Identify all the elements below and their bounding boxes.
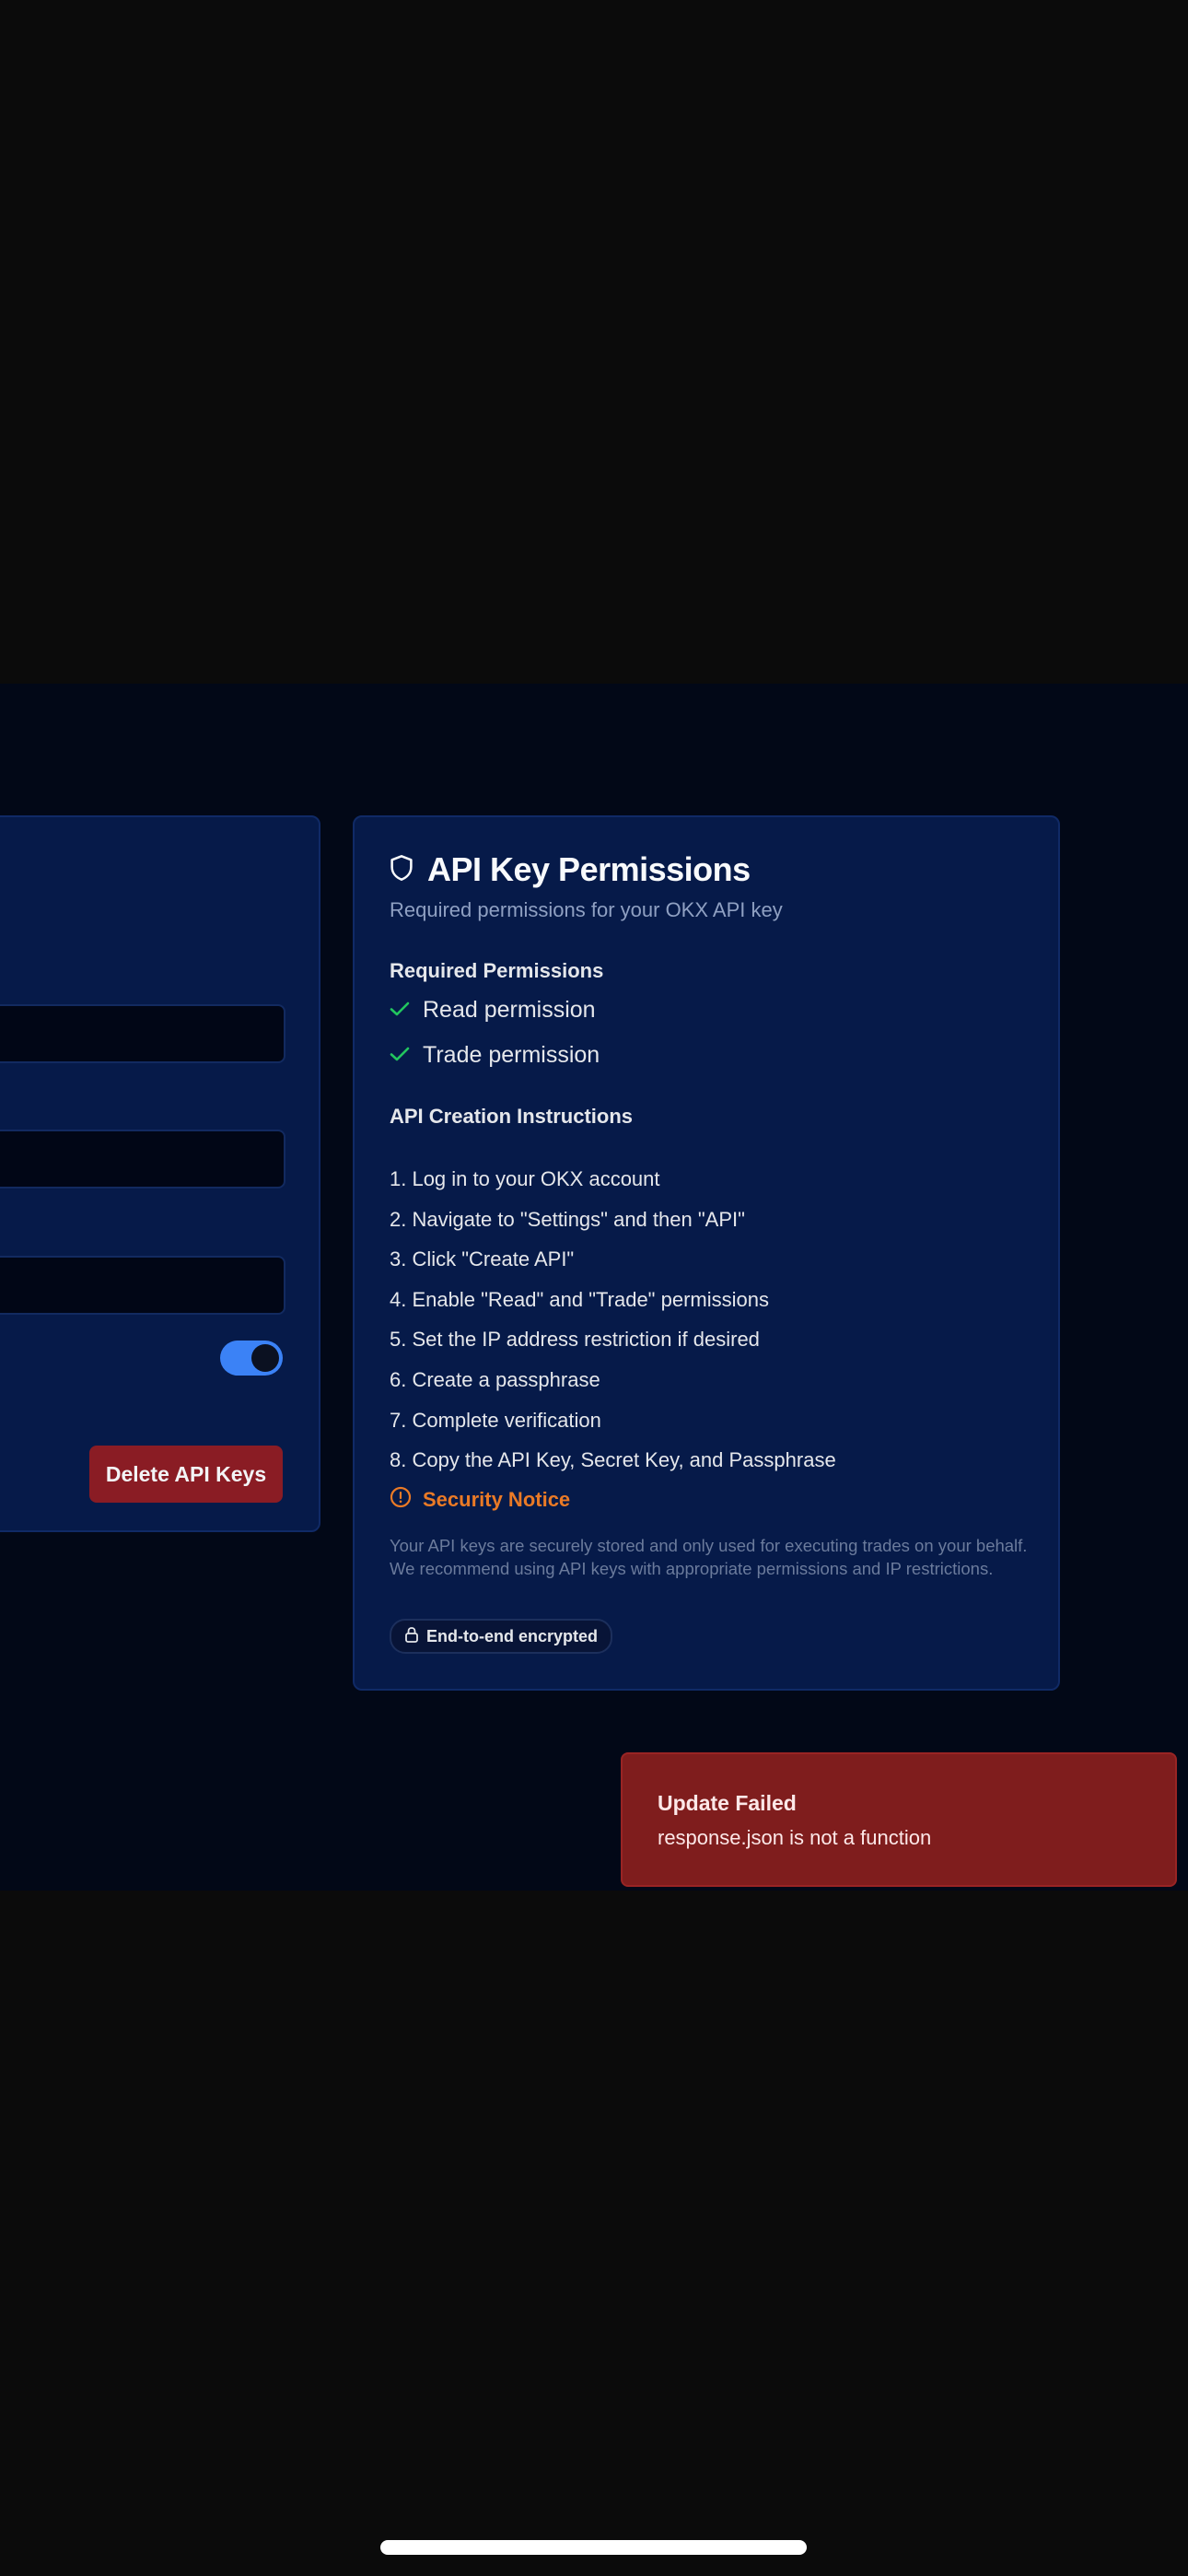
check-icon [390,1042,410,1069]
toggle-knob [251,1344,279,1372]
instructions-heading: API Creation Instructions [390,1105,634,1128]
permission-item-read: Read permission [390,997,596,1024]
enable-toggle[interactable] [220,1341,283,1376]
instruction-step: 4. Enable "Read" and "Trade" permissions [390,1287,769,1311]
home-indicator[interactable] [380,2540,807,2555]
passphrase-input[interactable] [0,1256,285,1315]
instruction-step: 7. Complete verification [390,1408,601,1432]
encryption-badge: End-to-end encrypted [390,1619,613,1654]
instruction-step: 8. Copy the API Key, Secret Key, and Pas… [390,1448,836,1472]
permission-item-trade: Trade permission [390,1042,600,1069]
api-keys-form-card: Delete API Keys [0,815,320,1532]
lock-icon [404,1626,419,1647]
error-toast[interactable]: Update Failed response.json is not a fun… [621,1752,1177,1887]
instruction-step: 3. Click "Create API" [390,1247,575,1271]
instruction-step: 1. Log in to your OKX account [390,1167,660,1190]
security-notice-text: Your API keys are securely stored and on… [390,1536,1028,1578]
badge-label: End-to-end encrypted [426,1626,599,1645]
api-key-permissions-card: API Key Permissions Required permissions… [353,815,1060,1691]
toast-title: Update Failed [658,1791,797,1815]
delete-api-keys-button[interactable]: Delete API Keys [89,1446,283,1503]
secret-key-input[interactable] [0,1130,285,1188]
permission-label: Trade permission [423,1042,600,1068]
app-screen: Delete API Keys API Key Permissions Requ… [0,684,1188,1891]
instruction-step: 6. Create a passphrase [390,1367,600,1391]
toast-message: response.json is not a function [658,1826,932,1849]
alert-circle-icon [390,1486,412,1513]
card-title: API Key Permissions [427,850,751,888]
card-subtitle: Required permissions for your OKX API ke… [390,898,783,921]
security-notice-title: Security Notice [423,1487,571,1511]
api-key-input[interactable] [0,1004,285,1063]
instructions-list: 1. Log in to your OKX account 2. Navigat… [390,1159,836,1481]
check-icon [390,997,410,1024]
instruction-step: 5. Set the IP address restriction if des… [390,1328,760,1352]
instruction-step: 2. Navigate to "Settings" and then "API" [390,1207,745,1231]
permission-label: Read permission [423,997,596,1023]
shield-icon [389,854,414,886]
card-header: API Key Permissions [389,850,751,889]
required-permissions-heading: Required Permissions [390,959,604,982]
security-notice-header: Security Notice [390,1486,570,1513]
